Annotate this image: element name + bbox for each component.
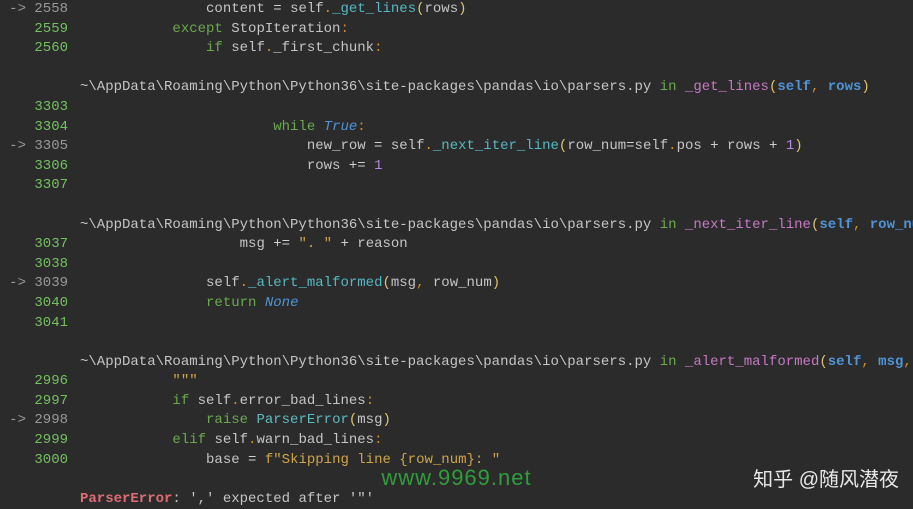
- code-line: 3041: [0, 314, 913, 334]
- code-line: 3040 return None: [0, 294, 913, 314]
- code-line: 3038: [0, 255, 913, 275]
- code-line: 2559 except StopIteration:: [0, 20, 913, 40]
- traceback: -> 2558 content = self._get_lines(rows)2…: [0, 0, 913, 509]
- code-line: 2996 """: [0, 372, 913, 392]
- watermark-center: www.9969.net: [381, 463, 531, 494]
- code-line: 3303: [0, 98, 913, 118]
- code-line: 3037 msg += ". " + reason: [0, 235, 913, 255]
- code-line: 3307: [0, 176, 913, 196]
- frame-header: ~\AppData\Roaming\Python\Python36\site-p…: [0, 216, 913, 236]
- code-line: -> 2558 content = self._get_lines(rows): [0, 0, 913, 20]
- frame-header: ~\AppData\Roaming\Python\Python36\site-p…: [0, 353, 913, 373]
- code-line: 2999 elif self.warn_bad_lines:: [0, 431, 913, 451]
- code-line: 3304 while True:: [0, 118, 913, 138]
- watermark-right: 知乎 @随风潜夜: [753, 466, 899, 494]
- code-line: 2997 if self.error_bad_lines:: [0, 392, 913, 412]
- frame-header: ~\AppData\Roaming\Python\Python36\site-p…: [0, 78, 913, 98]
- code-line: -> 3305 new_row = self._next_iter_line(r…: [0, 137, 913, 157]
- code-line: -> 3039 self._alert_malformed(msg, row_n…: [0, 274, 913, 294]
- code-line: -> 2998 raise ParserError(msg): [0, 411, 913, 431]
- code-line: 2560 if self._first_chunk:: [0, 39, 913, 59]
- code-line: 3306 rows += 1: [0, 157, 913, 177]
